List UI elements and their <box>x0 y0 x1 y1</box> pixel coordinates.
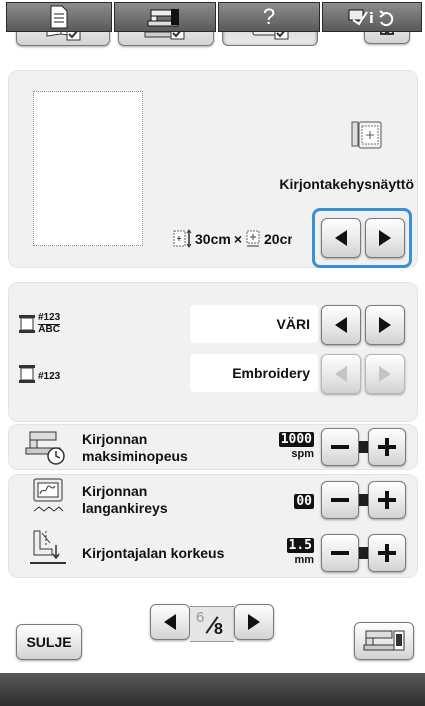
thread-color-display-icon: #123 ABC <box>18 307 61 341</box>
settings-info-button[interactable]: i <box>322 2 422 32</box>
thread-number-value-box: Embroidery <box>190 354 318 392</box>
page-indicator: 6 8 <box>190 606 234 642</box>
frame-display-label: Kirjontakehysnäyttö <box>279 176 414 192</box>
plus-icon <box>378 438 396 456</box>
thread-number-prev-button[interactable] <box>321 354 361 394</box>
right-arrow-icon <box>379 230 391 246</box>
thread-color-value-box: VÄRI <box>190 305 318 343</box>
thread-number-display-icon: #123 <box>18 357 60 391</box>
page-next-button[interactable] <box>234 604 274 640</box>
foot-height-label: Kirjontajalan korkeus <box>82 545 225 561</box>
thread-color-badge-bottom: ABC <box>38 324 60 335</box>
frame-width-icon <box>173 229 192 248</box>
tension-label-line2: langankireys <box>82 500 168 516</box>
left-arrow-icon <box>164 614 176 630</box>
right-arrow-icon <box>248 614 260 630</box>
max-speed-unit: spm <box>291 448 314 460</box>
frame-display-next-button[interactable] <box>365 218 405 258</box>
frame-size-separator: × <box>233 231 242 247</box>
minus-icon <box>331 498 349 502</box>
foot-height-value: 1.5 <box>286 538 314 553</box>
sewing-speed-icon <box>25 431 65 465</box>
left-arrow-icon <box>335 230 347 246</box>
foot-height-increase-button[interactable] <box>368 534 406 572</box>
thread-spool-icon <box>19 365 35 383</box>
thread-spool-icon <box>19 315 35 333</box>
minus-icon <box>331 551 349 555</box>
machine-view-button[interactable] <box>114 2 216 32</box>
frame-size-readout: 30cm × 20cm <box>172 229 292 249</box>
frame-height-value: 20cm <box>264 231 292 247</box>
thread-color-badge: #123 ABC <box>38 313 61 335</box>
plus-icon <box>378 544 396 562</box>
thread-color-prev-button[interactable] <box>321 305 361 345</box>
frame-height-icon <box>246 230 260 247</box>
thread-color-value: VÄRI <box>276 316 310 332</box>
frame-width-value: 30cm <box>195 231 231 247</box>
right-arrow-icon <box>379 317 391 333</box>
help-icon: ? <box>262 4 276 29</box>
left-arrow-icon <box>335 366 347 382</box>
foot-height-readout: 1.5 mm <box>268 536 314 566</box>
thread-display-panel <box>8 282 418 422</box>
right-arrow-icon <box>379 366 391 382</box>
thread-number-value: Embroidery <box>232 365 310 381</box>
tension-value: 00 <box>294 494 314 509</box>
max-speed-value: 1000 <box>278 432 314 447</box>
document-icon <box>50 5 68 29</box>
tension-decrease-button[interactable] <box>321 481 359 519</box>
max-speed-readout: 1000 spm <box>268 430 314 460</box>
page-current: 6 <box>196 609 205 626</box>
settings-info-icon: i <box>348 9 394 27</box>
tension-increase-button[interactable] <box>368 481 406 519</box>
close-button-label: SULJE <box>26 634 72 650</box>
embroidery-frame-icon <box>351 121 382 149</box>
close-button[interactable]: SULJE <box>16 624 82 660</box>
thread-color-next-button[interactable] <box>365 305 405 345</box>
max-speed-label: Kirjonnan maksiminopeus <box>82 431 188 465</box>
sewing-machine-icon <box>363 630 405 651</box>
foot-height-decrease-button[interactable] <box>321 534 359 572</box>
tension-readout: 00 <box>268 492 314 510</box>
tension-label: Kirjonnan langankireys <box>82 483 168 517</box>
sewing-machine-icon <box>147 9 179 27</box>
svg-text:i: i <box>369 11 374 27</box>
machine-status-button[interactable] <box>354 622 414 660</box>
presser-foot-height-icon <box>30 530 66 564</box>
frame-preview <box>33 91 143 246</box>
thread-tension-icon <box>33 478 64 512</box>
foot-height-unit: mm <box>294 554 314 566</box>
tension-label-line1: Kirjonnan <box>82 483 148 499</box>
thread-number-badge: #123 <box>38 366 60 382</box>
page-prev-button[interactable] <box>150 604 190 640</box>
minus-icon <box>331 445 349 449</box>
left-arrow-icon <box>335 317 347 333</box>
max-speed-decrease-button[interactable] <box>321 428 359 466</box>
pattern-document-button[interactable] <box>6 2 112 32</box>
max-speed-label-line2: maksiminopeus <box>82 448 188 464</box>
thread-number-badge-text: #123 <box>38 371 61 382</box>
max-speed-increase-button[interactable] <box>368 428 406 466</box>
thread-number-next-button[interactable] <box>365 354 405 394</box>
max-speed-label-line1: Kirjonnan <box>82 431 148 447</box>
frame-display-prev-button[interactable] <box>321 218 361 258</box>
bottom-bar <box>0 673 425 706</box>
help-button[interactable]: ? <box>218 2 320 32</box>
plus-icon <box>378 491 396 509</box>
page-total: 8 <box>214 621 223 638</box>
